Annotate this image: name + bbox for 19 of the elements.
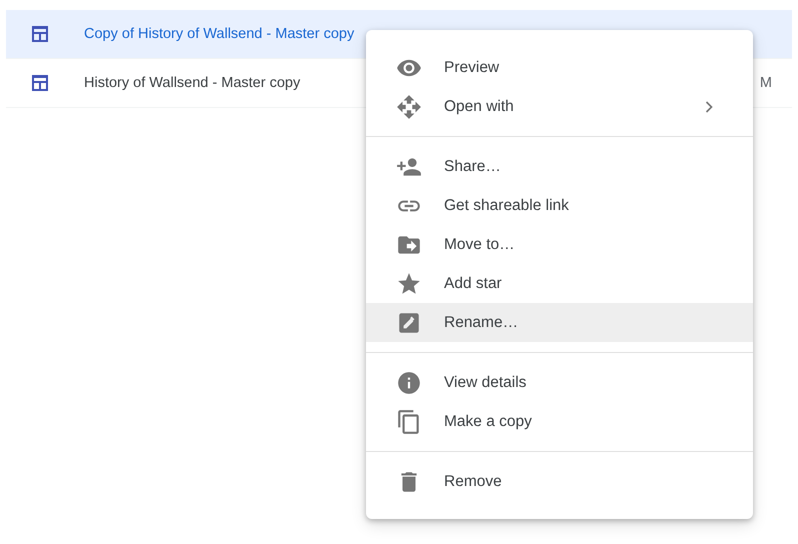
file-name: History of Wallsend - Master copy [84, 75, 302, 91]
menu-item[interactable]: Remove [366, 462, 753, 501]
menu-item[interactable]: Get shareable link [366, 186, 753, 225]
file-name: Copy of History of Wallsend - Master copy [84, 26, 356, 42]
menu-item[interactable]: Share… [366, 147, 753, 186]
menu-item[interactable]: View details [366, 363, 753, 402]
copy-icon [396, 408, 422, 434]
menu-item[interactable]: Rename… [366, 303, 753, 342]
modified-time: M [760, 75, 772, 91]
menu-item[interactable]: Add star [366, 264, 753, 303]
info-icon [396, 370, 422, 396]
menu-item[interactable]: Preview [366, 48, 753, 87]
star-icon [396, 270, 422, 296]
menu-item[interactable]: Move to… [366, 225, 753, 264]
spreadsheet-icon [30, 24, 50, 44]
four-arrows-icon [396, 94, 422, 120]
menu-item[interactable]: Make a copy [366, 402, 753, 441]
spreadsheet-icon [30, 73, 50, 93]
menu-item[interactable]: Open with [366, 87, 753, 126]
